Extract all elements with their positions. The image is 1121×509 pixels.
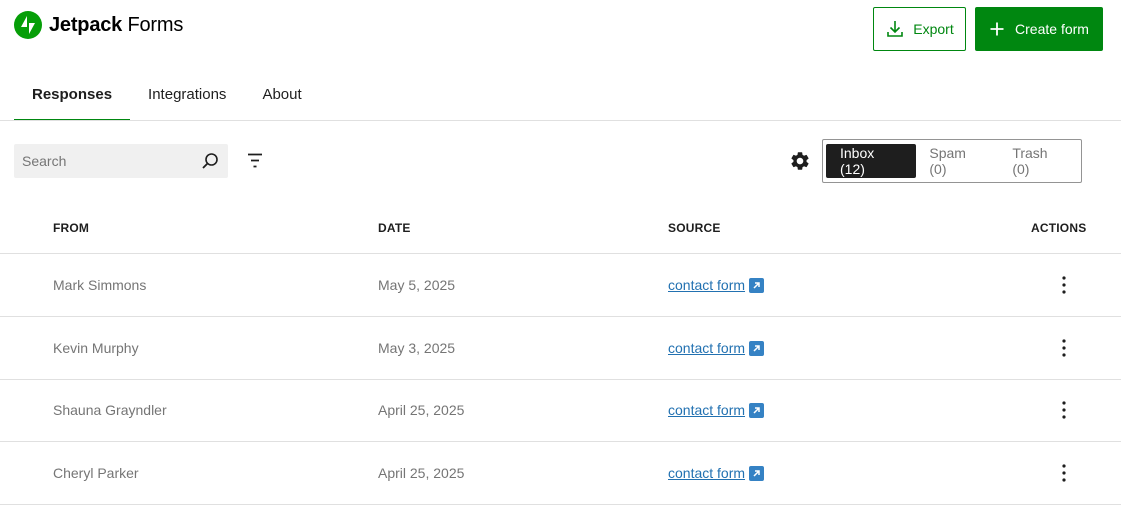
tabs-divider <box>0 120 1121 121</box>
source-link[interactable]: contact form <box>668 402 765 418</box>
jetpack-logo-icon <box>14 11 42 39</box>
column-header-actions: ACTIONS <box>1031 221 1087 235</box>
source-link-label: contact form <box>668 465 746 481</box>
row-date: May 3, 2025 <box>378 340 456 356</box>
more-vertical-icon <box>1062 339 1066 357</box>
more-vertical-icon <box>1062 401 1066 419</box>
folder-trash[interactable]: Trash (0) <box>999 144 1081 178</box>
source-link-label: contact form <box>668 402 746 418</box>
tab-responses[interactable]: Responses <box>14 68 131 121</box>
download-icon <box>887 21 904 37</box>
folder-switcher: Inbox (12) Spam (0) Trash (0) <box>822 139 1082 183</box>
brand: Jetpack Forms <box>14 11 183 39</box>
row-actions-button[interactable] <box>1054 461 1074 485</box>
filter-icon[interactable] <box>245 151 265 171</box>
row-actions-button[interactable] <box>1054 398 1074 422</box>
row-from: Cheryl Parker <box>53 465 139 481</box>
external-link-icon <box>749 465 765 481</box>
search-box <box>14 144 228 178</box>
tab-integrations[interactable]: Integrations <box>130 68 244 121</box>
source-link[interactable]: contact form <box>668 465 765 481</box>
more-vertical-icon <box>1062 276 1066 294</box>
row-from: Kevin Murphy <box>53 340 139 356</box>
column-header-date[interactable]: DATE <box>378 221 411 235</box>
table-row[interactable]: Mark Simmons May 5, 2025 contact form <box>0 254 1121 317</box>
source-link-label: contact form <box>668 277 746 293</box>
source-link[interactable]: contact form <box>668 340 765 356</box>
brand-name-rest: Forms <box>127 13 184 36</box>
row-date: April 25, 2025 <box>378 465 465 481</box>
table-header: FROM DATE SOURCE ACTIONS <box>0 200 1121 254</box>
row-date: May 5, 2025 <box>378 277 456 293</box>
brand-name: Jetpack Forms <box>49 14 183 37</box>
search-input[interactable] <box>14 153 194 169</box>
export-button[interactable]: Export <box>873 7 966 51</box>
column-header-from[interactable]: FROM <box>53 221 89 235</box>
create-form-button-label: Create form <box>1015 21 1089 37</box>
app-header: Jetpack Forms Export Create form <box>0 0 1121 60</box>
column-header-source[interactable]: SOURCE <box>668 221 721 235</box>
main-tabs: Responses Integrations About <box>14 68 320 121</box>
brand-name-bold: Jetpack <box>49 13 123 36</box>
search-icon[interactable] <box>200 151 220 171</box>
export-button-label: Export <box>913 21 954 37</box>
row-actions-button[interactable] <box>1054 336 1074 360</box>
folder-inbox[interactable]: Inbox (12) <box>826 144 917 178</box>
table-row[interactable]: Shauna Grayndler April 25, 2025 contact … <box>0 379 1121 442</box>
external-link-icon <box>749 277 765 293</box>
external-link-icon <box>749 340 765 356</box>
plus-icon <box>990 22 1004 36</box>
row-actions-button[interactable] <box>1054 273 1074 297</box>
tab-about[interactable]: About <box>244 68 319 121</box>
row-date: April 25, 2025 <box>378 402 465 418</box>
gear-icon[interactable] <box>789 150 811 172</box>
source-link[interactable]: contact form <box>668 277 765 293</box>
folder-spam[interactable]: Spam (0) <box>916 144 999 178</box>
source-link-label: contact form <box>668 340 746 356</box>
more-vertical-icon <box>1062 464 1066 482</box>
table-row[interactable]: Cheryl Parker April 25, 2025 contact for… <box>0 442 1121 505</box>
row-from: Shauna Grayndler <box>53 402 167 418</box>
external-link-icon <box>749 402 765 418</box>
table-row[interactable]: Kevin Murphy May 3, 2025 contact form <box>0 317 1121 380</box>
create-form-button[interactable]: Create form <box>975 7 1103 51</box>
row-from: Mark Simmons <box>53 277 147 293</box>
